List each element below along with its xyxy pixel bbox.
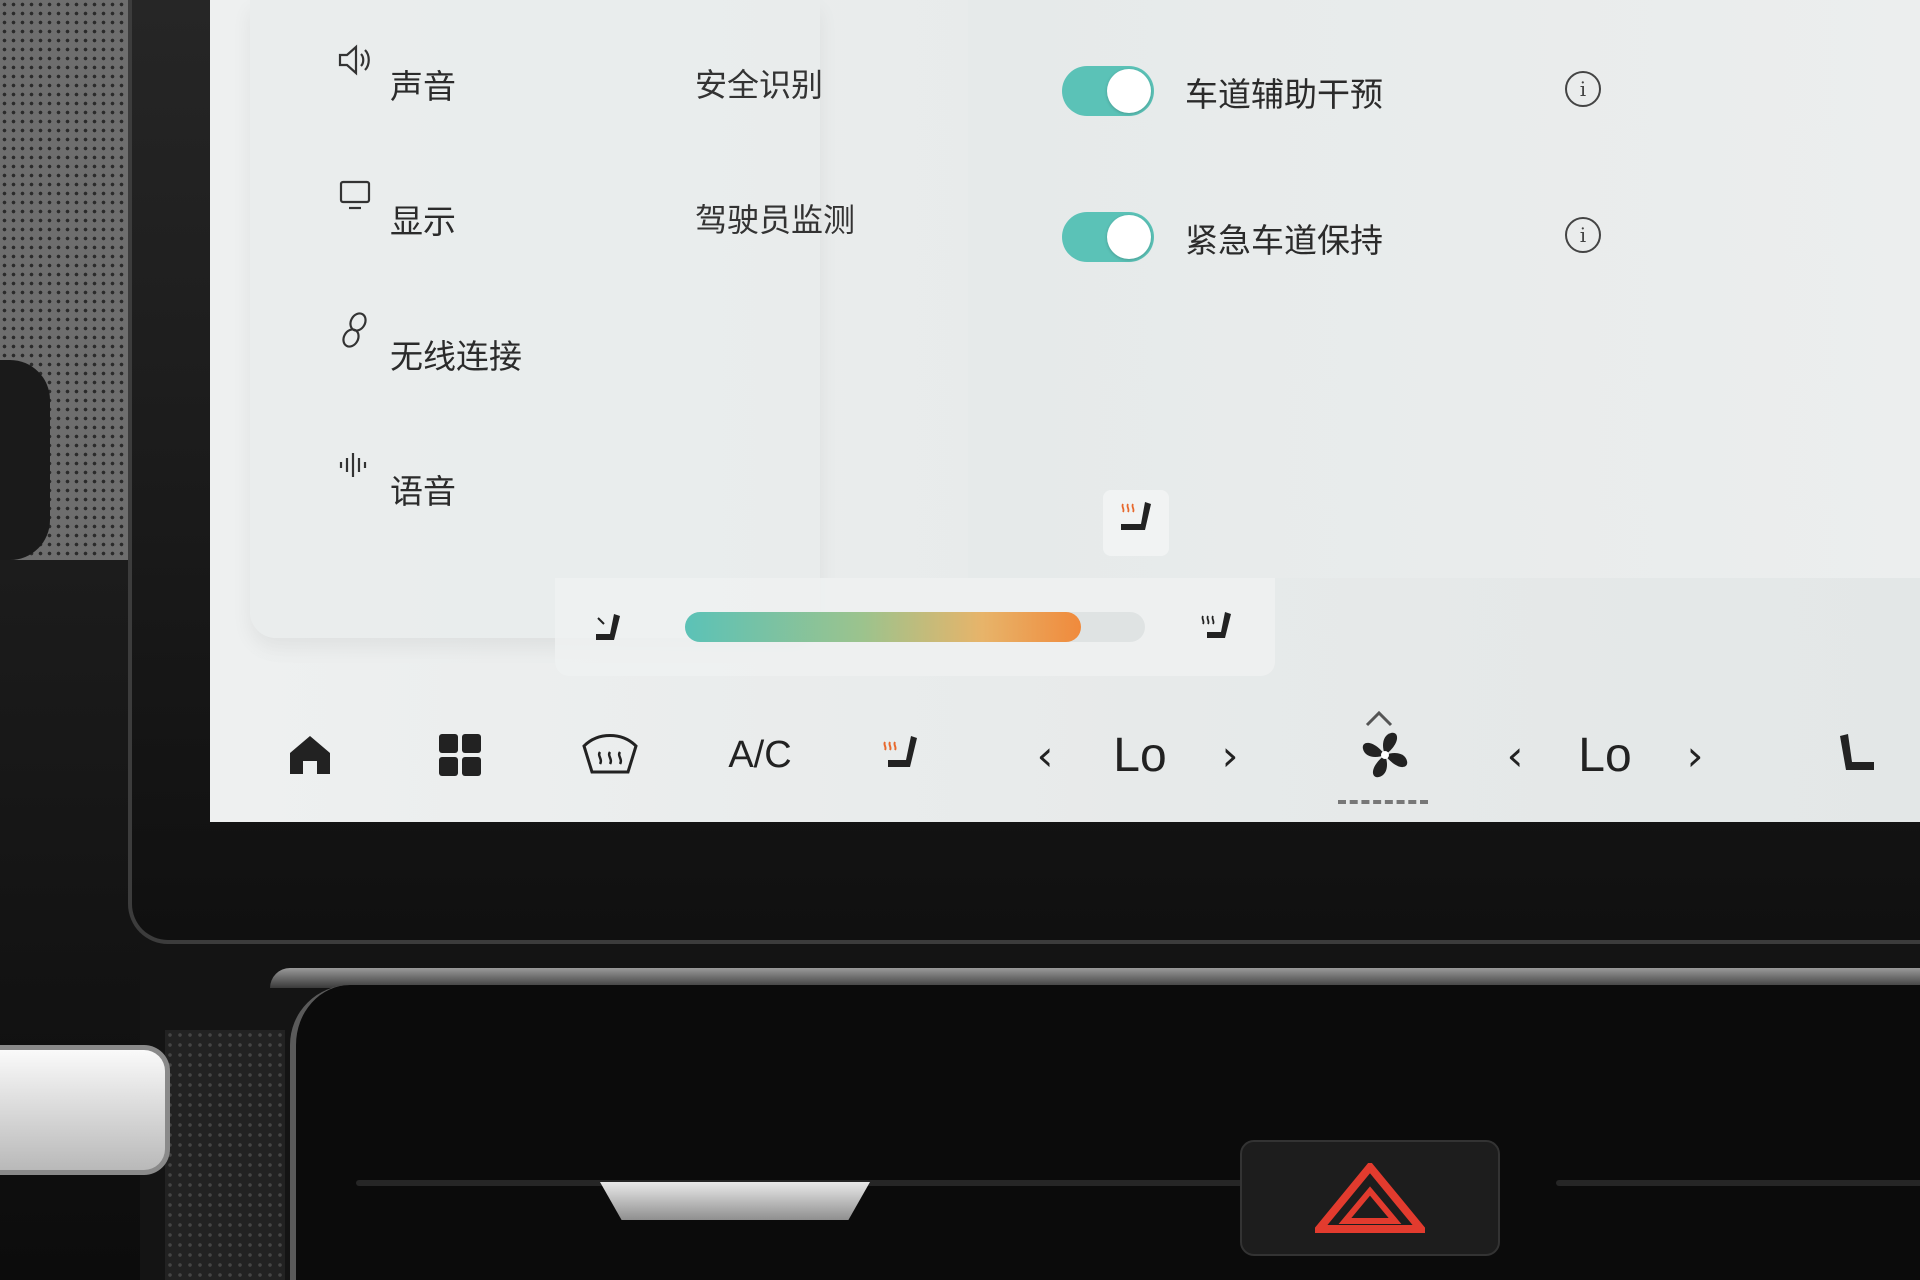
ac-label: A/C — [728, 733, 792, 776]
info-icon[interactable]: i — [1565, 217, 1601, 253]
seat-button[interactable] — [1820, 700, 1900, 810]
chevron-left-icon: ‹ — [1506, 730, 1524, 780]
center-console — [290, 985, 1920, 1280]
option-label-lane-assist: 车道辅助干预 — [1185, 75, 1383, 114]
right-temp-display: Lo — [1555, 700, 1655, 810]
fan-speed-indicator — [1338, 800, 1428, 804]
option-label-emergency-lane-keep: 紧急车道保持 — [1185, 221, 1383, 260]
speaker-icon — [335, 40, 375, 80]
info-icon[interactable]: i — [1565, 71, 1601, 107]
emergency-lane-keep-toggle[interactable] — [1062, 212, 1154, 262]
seat-heat-slider[interactable] — [685, 612, 1145, 642]
apps-grid-icon — [439, 734, 481, 776]
submenu-item-safety-recognition[interactable]: 安全识别 — [695, 60, 823, 106]
seat-heat-slider-fill — [685, 612, 1081, 642]
seat-heat-max-icon[interactable] — [1195, 606, 1237, 652]
settings-menu: 声音 显示 无线连接 语音 安全识别 驾驶员监测 — [250, 0, 855, 638]
hazard-button[interactable] — [1240, 1140, 1500, 1256]
seat-heat-button[interactable] — [855, 700, 945, 810]
fan-icon — [1362, 732, 1408, 778]
chevron-up-icon[interactable] — [1363, 703, 1395, 735]
side-control-button[interactable] — [0, 1045, 170, 1175]
link-icon — [335, 310, 375, 350]
seat-heat-icon — [883, 736, 917, 767]
vent-slat — [1556, 1180, 1920, 1186]
voice-wave-icon — [335, 445, 375, 485]
lane-assist-toggle[interactable] — [1062, 66, 1154, 116]
home-button[interactable] — [270, 700, 350, 810]
left-temp-decrease[interactable]: ‹ — [1030, 700, 1060, 810]
front-defrost-icon — [582, 734, 638, 774]
left-temp-display: Lo — [1090, 700, 1190, 810]
chevron-left-icon: ‹ — [1036, 730, 1054, 780]
stalk — [0, 360, 50, 560]
seat-heat-off-icon[interactable] — [588, 608, 628, 652]
right-temp-decrease[interactable]: ‹ — [1500, 700, 1530, 810]
hazard-triangle-icon — [1315, 1163, 1425, 1233]
seat-icon — [1840, 734, 1874, 770]
toggle-knob — [1107, 215, 1151, 259]
chevron-right-icon: › — [1221, 730, 1239, 780]
toggle-knob — [1107, 69, 1151, 113]
menu-label: 显示 — [390, 202, 456, 241]
right-temp-increase[interactable]: › — [1680, 700, 1710, 810]
vent-handle[interactable] — [600, 1182, 870, 1220]
climate-dock: A/C ‹ Lo › ‹ Lo › — [210, 700, 1920, 822]
apps-button[interactable] — [420, 700, 500, 810]
home-icon — [290, 736, 330, 774]
ac-button[interactable]: A/C — [710, 700, 810, 810]
menu-label: 无线连接 — [390, 337, 522, 376]
seat-heat-icon — [1121, 502, 1151, 530]
seat-heat-level-popup — [1103, 490, 1169, 556]
left-temp-value: Lo — [1113, 728, 1167, 782]
menu-label: 声音 — [390, 67, 456, 106]
chevron-right-icon: › — [1686, 730, 1704, 780]
display-icon — [335, 175, 375, 215]
submenu-item-driver-monitoring[interactable]: 驾驶员监测 — [695, 195, 855, 241]
lower-grille — [165, 1030, 285, 1280]
right-temp-value: Lo — [1578, 728, 1632, 782]
menu-label: 语音 — [390, 472, 456, 511]
defrost-button[interactable] — [565, 700, 655, 810]
infotainment-screen: 声音 显示 无线连接 语音 安全识别 驾驶员监测 车道辅助干预 i 紧急车道保持… — [210, 0, 1920, 822]
left-temp-increase[interactable]: › — [1215, 700, 1245, 810]
